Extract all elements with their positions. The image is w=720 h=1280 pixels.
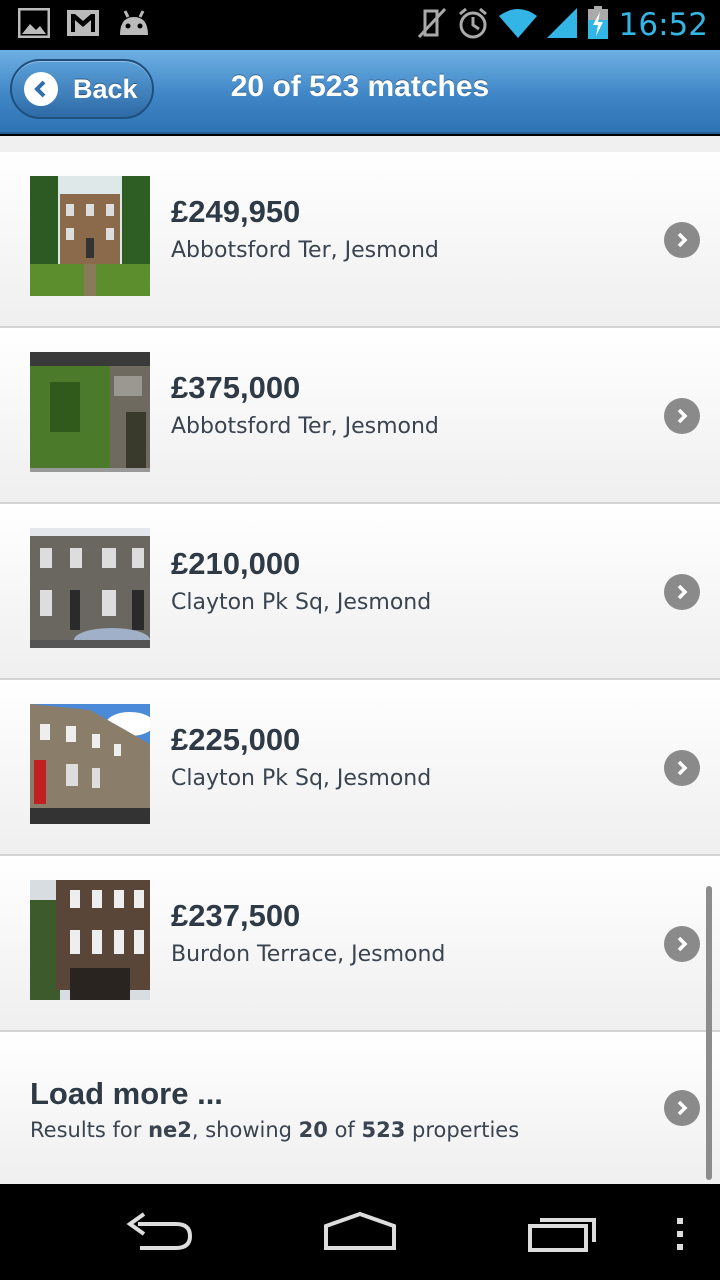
listing-row[interactable]: £225,000 Clayton Pk Sq, Jesmond [0, 680, 720, 856]
android-icon [116, 9, 152, 41]
status-bar: 16:52 [0, 0, 720, 50]
listing-address: Abbotsford Ter, Jesmond [171, 238, 439, 263]
results-list: £249,950 Abbotsford Ter, Jesmond £375,00… [0, 136, 720, 1184]
results-summary: Results for ne2, showing 20 of 523 prope… [30, 1118, 519, 1142]
chevron-right-icon [664, 926, 700, 962]
property-photo [30, 352, 150, 472]
gallery-icon [17, 7, 51, 42]
listing-row[interactable]: £375,000 Abbotsford Ter, Jesmond [0, 328, 720, 504]
summary-suffix: properties [405, 1118, 520, 1142]
listing-row[interactable]: £210,000 Clayton Pk Sq, Jesmond [0, 504, 720, 680]
chevron-right-icon [664, 1090, 700, 1126]
battery-charging-icon [587, 6, 609, 44]
listing-price: £237,500 [171, 898, 301, 933]
navigation-bar [0, 1184, 720, 1280]
shown-count: 20 [298, 1118, 328, 1142]
property-photo [30, 528, 150, 648]
wifi-icon [498, 8, 537, 42]
load-more-title: Load more ... [30, 1076, 223, 1111]
overflow-menu-icon[interactable] [674, 1218, 686, 1256]
summary-middle: , showing [191, 1118, 299, 1142]
load-more-button[interactable]: Load more ... Results for ne2, showing 2… [0, 1032, 720, 1184]
search-query: ne2 [148, 1118, 192, 1142]
alarm-icon [457, 7, 489, 43]
listing-price: £225,000 [171, 722, 301, 757]
summary-of: of [327, 1118, 362, 1142]
total-count: 523 [361, 1118, 406, 1142]
signal-icon [546, 8, 577, 42]
chevron-right-icon [664, 750, 700, 786]
listing-price: £375,000 [171, 370, 301, 405]
chevron-right-icon [664, 398, 700, 434]
property-photo [30, 880, 150, 1000]
chevron-right-icon [664, 574, 700, 610]
property-photo [30, 704, 150, 824]
listing-row[interactable]: £237,500 Burdon Terrace, Jesmond [0, 856, 720, 1032]
mute-icon [417, 7, 447, 43]
home-nav-icon[interactable] [322, 1208, 398, 1262]
listing-price: £249,950 [171, 194, 301, 229]
listing-price: £210,000 [171, 546, 301, 581]
back-nav-icon[interactable] [124, 1208, 196, 1262]
property-photo [30, 176, 150, 296]
chevron-right-icon [664, 222, 700, 258]
listing-address: Abbotsford Ter, Jesmond [171, 414, 439, 439]
app-header: Back 20 of 523 matches [0, 50, 720, 134]
listing-row[interactable]: £249,950 Abbotsford Ter, Jesmond [0, 152, 720, 328]
clock: 16:52 [618, 7, 708, 43]
listing-address: Clayton Pk Sq, Jesmond [171, 590, 432, 615]
scrollbar[interactable] [706, 886, 712, 1180]
page-title: 20 of 523 matches [230, 70, 490, 103]
listing-address: Burdon Terrace, Jesmond [171, 942, 446, 967]
summary-prefix: Results for [30, 1118, 149, 1142]
gmail-icon [66, 9, 100, 41]
recent-apps-icon[interactable] [526, 1208, 598, 1262]
listing-address: Clayton Pk Sq, Jesmond [171, 766, 432, 791]
